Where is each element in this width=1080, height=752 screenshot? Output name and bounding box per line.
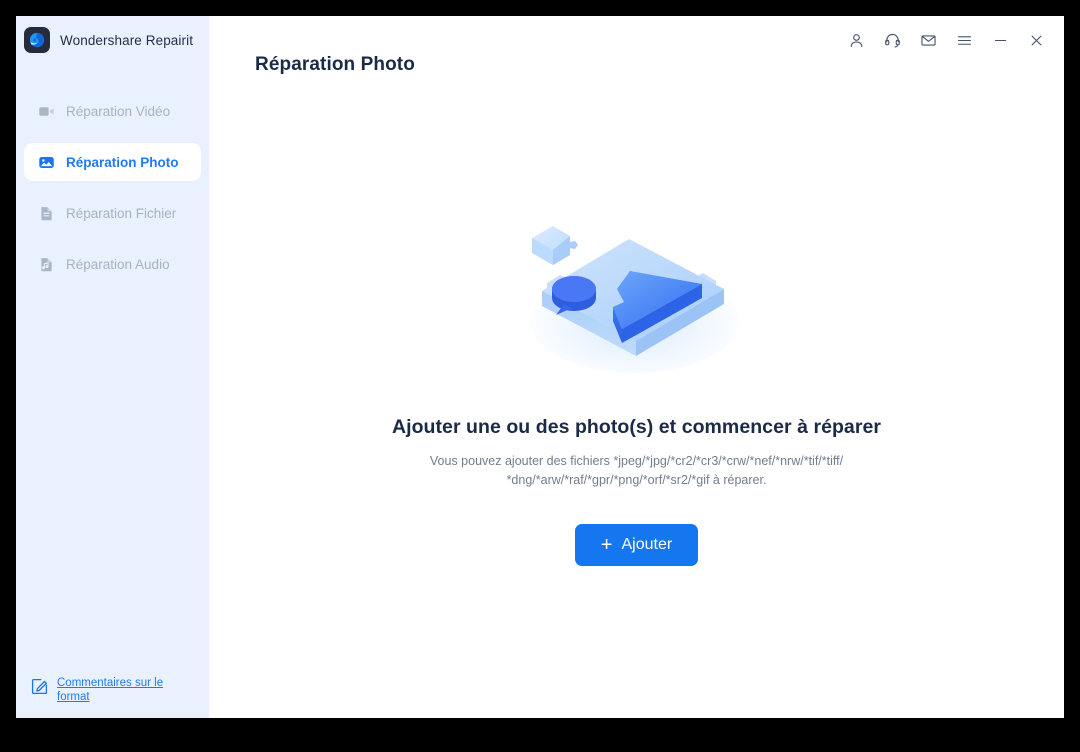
sidebar-item-label: Réparation Fichier <box>66 205 177 221</box>
empty-state-subtitle-line1: Vous pouvez ajouter des fichiers *jpeg/*… <box>429 454 844 468</box>
sidebar-item-label: Réparation Audio <box>66 256 170 272</box>
wondershare-swirl-logo-icon <box>24 27 50 53</box>
document-file-icon <box>38 205 55 222</box>
plus-icon: + <box>600 534 613 556</box>
sidebar-item-video-repair[interactable]: Réparation Vidéo <box>24 92 201 130</box>
sidebar-item-file-repair[interactable]: Réparation Fichier <box>24 194 201 232</box>
empty-state-panel: Ajouter une ou des photo(s) et commencer… <box>209 211 1064 566</box>
support-headset-icon[interactable] <box>874 23 910 57</box>
music-note-icon <box>38 256 55 273</box>
sidebar-item-label: Réparation Vidéo <box>66 103 171 119</box>
hamburger-menu-icon[interactable] <box>946 23 982 57</box>
empty-state-title: Ajouter une ou des photo(s) et commencer… <box>391 416 882 438</box>
main-content: Réparation Photo Ajouter une ou des phot… <box>209 16 1064 718</box>
photo-image-icon <box>38 154 55 171</box>
page-title: Réparation Photo <box>255 54 415 75</box>
sidebar-item-label: Réparation Photo <box>66 154 179 170</box>
sidebar-item-audio-repair[interactable]: Réparation Audio <box>24 245 201 283</box>
empty-state-subtitle-line2: *dng/*arw/*raf/*gpr/*png/*orf/*sr2/*gif … <box>506 473 767 487</box>
sidebar-nav: Réparation Vidéo Réparation Photo Répara… <box>16 92 209 296</box>
isometric-puzzle-photo-slab-illustration <box>529 226 740 373</box>
brand-header: Wondershare Repairit <box>16 16 209 64</box>
minimize-icon[interactable] <box>982 23 1018 57</box>
window-controls <box>838 16 1064 64</box>
format-feedback-label: Commentaires sur le format <box>57 677 164 703</box>
format-feedback-link[interactable]: Commentaires sur le format <box>30 676 200 704</box>
close-icon[interactable] <box>1018 23 1054 57</box>
brand-name: Wondershare Repairit <box>60 32 194 48</box>
video-camera-icon <box>38 103 55 120</box>
detached-puzzle-piece <box>531 226 578 265</box>
application-window: Wondershare Repairit Réparation Vidéo Ré… <box>16 16 1064 718</box>
sidebar: Wondershare Repairit Réparation Vidéo Ré… <box>16 16 209 718</box>
sidebar-item-photo-repair[interactable]: Réparation Photo <box>24 143 201 181</box>
edit-square-icon <box>30 677 49 701</box>
mail-icon[interactable] <box>910 23 946 57</box>
add-button-label: Ajouter <box>621 536 673 553</box>
account-icon[interactable] <box>838 23 874 57</box>
add-button[interactable]: + Ajouter <box>574 524 699 566</box>
desktop-background: Wondershare Repairit Réparation Vidéo Ré… <box>0 0 1080 752</box>
